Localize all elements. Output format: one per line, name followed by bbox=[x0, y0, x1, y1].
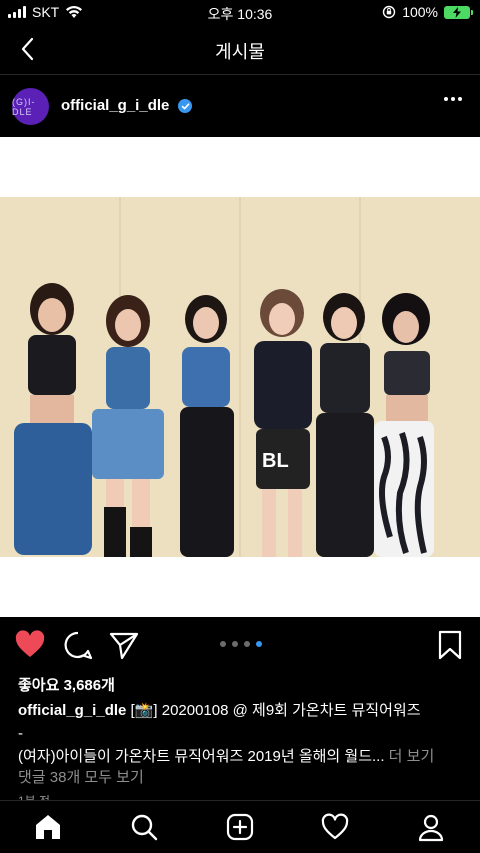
like-count[interactable]: 좋아요 3,686개 bbox=[18, 674, 115, 695]
post-photo[interactable]: BL bbox=[0, 137, 480, 617]
orientation-lock-icon bbox=[382, 5, 396, 19]
like-heart-icon[interactable] bbox=[14, 629, 46, 661]
share-send-icon[interactable] bbox=[108, 629, 140, 661]
caption-line-3: (여자)아이들이 가온차트 뮤직어워즈 2019년 올해의 월드... 더 보기 bbox=[18, 745, 468, 768]
caption-text-3: (여자)아이들이 가온차트 뮤직어워즈 2019년 올해의 월드... bbox=[18, 748, 389, 765]
more-options-icon[interactable] bbox=[444, 97, 462, 101]
page-title: 게시물 bbox=[215, 42, 265, 62]
view-all-comments-link[interactable]: 댓글 38개 모두 보기 bbox=[18, 766, 144, 787]
profile-icon[interactable] bbox=[416, 812, 446, 842]
status-right: 100% bbox=[382, 4, 473, 20]
verified-badge-icon bbox=[178, 99, 192, 113]
bottom-tab-bar bbox=[0, 800, 480, 853]
caption-line-1: official_g_i_dle [📸] 20200108 @ 제9회 가온차트… bbox=[18, 699, 468, 722]
post-caption: official_g_i_dle [📸] 20200108 @ 제9회 가온차트… bbox=[18, 699, 468, 768]
caption-username[interactable]: official_g_i_dle bbox=[18, 702, 126, 719]
battery-charging-icon bbox=[444, 5, 473, 19]
caption-text-1: [📸] 20200108 @ 제9회 가온차트 뮤직어워즈 bbox=[126, 702, 421, 719]
avatar[interactable]: (G)I-DLE bbox=[12, 88, 49, 125]
activity-heart-icon[interactable] bbox=[320, 812, 350, 842]
caption-line-2: - bbox=[18, 725, 23, 742]
post-username[interactable]: official_g_i_dle bbox=[61, 97, 169, 114]
carousel-dot bbox=[220, 641, 226, 647]
post-actions bbox=[0, 617, 480, 673]
comment-icon[interactable] bbox=[62, 629, 94, 661]
add-post-icon[interactable] bbox=[225, 812, 255, 842]
battery-percent: 100% bbox=[402, 4, 438, 20]
status-bar: SKT 오후 10:36 100% bbox=[0, 0, 480, 26]
carousel-dot bbox=[232, 641, 238, 647]
avatar-label: (G)I-DLE bbox=[12, 96, 36, 117]
svg-text:BL: BL bbox=[262, 450, 289, 472]
nav-header: 게시물 bbox=[0, 26, 480, 74]
post-header: (G)I-DLE official_g_i_dle bbox=[0, 74, 480, 136]
carousel-indicator bbox=[220, 641, 262, 647]
home-icon[interactable] bbox=[33, 812, 63, 842]
save-bookmark-icon[interactable] bbox=[434, 629, 466, 661]
carousel-dot-active bbox=[256, 641, 262, 647]
caption-more-link[interactable]: 더 보기 bbox=[389, 748, 435, 765]
carousel-dot bbox=[244, 641, 250, 647]
search-icon[interactable] bbox=[129, 812, 159, 842]
